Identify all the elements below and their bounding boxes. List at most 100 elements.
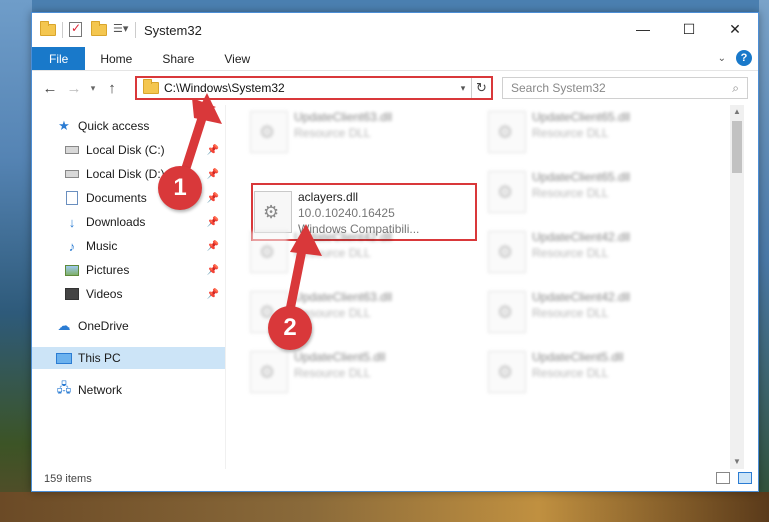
file-item[interactable]: UpdateClient5.dll Resource DLL <box>236 345 462 397</box>
minimize-button[interactable]: — <box>620 13 666 45</box>
file-name: UpdateClient42.dll <box>532 230 631 244</box>
file-name: UpdateClient63.dll <box>294 290 393 304</box>
file-name: UpdateClient5.dll <box>532 350 624 364</box>
file-type: Resource DLL <box>294 246 371 260</box>
new-folder-icon[interactable] <box>91 21 107 38</box>
navigation-pane: ★ Quick access Local Disk (C:) 📌 Local D… <box>32 105 225 469</box>
sidebar-item-label: Music <box>86 239 118 253</box>
file-name: UpdateClient42.dll <box>294 230 393 244</box>
file-item[interactable]: UpdateClient65.dll Resource DLL <box>474 165 700 217</box>
item-count: 159 items <box>44 473 92 485</box>
sidebar-item-label: Documents <box>86 191 147 205</box>
file-item[interactable]: UpdateClient42.dll Resource DLL <box>474 285 700 337</box>
pin-icon[interactable]: 📌 <box>207 289 219 300</box>
customize-toolbar-icon[interactable]: ☰▾ <box>113 22 129 38</box>
sidebar-item-local-disk-c[interactable]: Local Disk (C:) 📌 <box>32 139 225 161</box>
sidebar-item-pictures[interactable]: Pictures 📌 <box>32 259 225 281</box>
callout-badge-1: 1 <box>158 166 202 210</box>
toolbar-separator <box>135 22 136 38</box>
vertical-scrollbar[interactable]: ▲ ▼ <box>730 105 744 469</box>
sidebar-item-label: Local Disk (D:) <box>86 167 165 181</box>
sidebar-item-label: Downloads <box>86 215 146 229</box>
documents-icon <box>64 190 80 206</box>
sidebar-item-label: This PC <box>78 351 121 365</box>
toolbar-separator <box>62 22 63 38</box>
recent-locations-chevron-icon[interactable]: ▾ <box>86 76 100 100</box>
title-bar[interactable]: ☰▾ System32 — ☐ ✕ <box>32 13 758 47</box>
file-name: UpdateClient5.dll <box>294 350 386 364</box>
file-item[interactable]: UpdateClient5.dll Resource DLL <box>474 345 700 397</box>
search-input[interactable]: Search System32 ⌕ <box>502 77 748 99</box>
download-icon: ↓ <box>68 214 76 230</box>
sidebar-item-this-pc[interactable]: This PC <box>32 347 225 369</box>
sidebar-item-network[interactable]: 🖧 Network <box>32 379 225 401</box>
pin-icon[interactable]: 📌 <box>207 169 219 180</box>
pin-icon[interactable]: 📌 <box>207 193 219 204</box>
close-button[interactable]: ✕ <box>712 13 758 45</box>
file-name: UpdateClient65.dll <box>532 110 631 124</box>
file-list: UpdateClient63.dll Resource DLL UpdateCli… <box>226 105 744 469</box>
tab-home[interactable]: Home <box>85 47 147 70</box>
address-path: C:\Windows\System32 <box>164 81 285 95</box>
large-icons-view-icon[interactable] <box>738 472 752 484</box>
pin-icon[interactable]: 📌 <box>207 265 219 276</box>
sidebar-item-music[interactable]: ♪ Music 📌 <box>32 235 225 257</box>
sidebar-item-label: Pictures <box>86 263 130 277</box>
dll-file-icon <box>488 171 526 213</box>
address-dropdown-icon[interactable]: ▾ <box>455 83 471 94</box>
tab-share[interactable]: Share <box>147 47 209 70</box>
details-view-icon[interactable] <box>716 472 730 484</box>
address-bar[interactable]: C:\Windows\System32 ▾ ↻ <box>135 76 493 100</box>
pin-icon[interactable]: 📌 <box>207 217 219 228</box>
pictures-icon <box>64 262 80 278</box>
disk-icon <box>64 142 80 158</box>
music-icon: ♪ <box>68 238 76 254</box>
expand-ribbon-icon[interactable]: ⌄ <box>718 53 726 64</box>
window-title: System32 <box>144 22 202 38</box>
forward-arrow-icon[interactable]: → <box>62 76 86 100</box>
scroll-thumb[interactable] <box>732 121 742 173</box>
file-item[interactable]: UpdateClient63.dll Resource DLL <box>236 105 462 157</box>
scroll-up-arrow-icon[interactable]: ▲ <box>730 105 744 119</box>
sidebar-item-label: Videos <box>86 287 123 301</box>
search-icon: ⌕ <box>732 80 739 95</box>
dll-file-icon <box>250 351 288 393</box>
sidebar-item-downloads[interactable]: ↓ Downloads 📌 <box>32 211 225 233</box>
search-placeholder: Search System32 <box>511 81 606 95</box>
tab-view[interactable]: View <box>209 47 265 70</box>
sidebar-item-quick-access[interactable]: ★ Quick access <box>32 115 225 137</box>
sidebar-item-videos[interactable]: Videos 📌 <box>32 283 225 305</box>
network-icon: 🖧 <box>56 380 72 395</box>
dll-file-icon <box>488 291 526 333</box>
ribbon-tabs: File Home Share View ⌄ ? <box>32 47 758 71</box>
tab-file[interactable]: File <box>32 47 86 70</box>
onedrive-icon: ☁ <box>57 318 71 333</box>
folder-icon <box>143 79 159 94</box>
file-type: Resource DLL <box>294 126 371 140</box>
window-controls: — ☐ ✕ <box>620 13 758 45</box>
sidebar-item-label: Local Disk (C:) <box>86 143 165 157</box>
disk-icon <box>64 166 80 182</box>
help-icon[interactable]: ? <box>736 50 752 66</box>
sidebar-item-label: OneDrive <box>78 319 129 333</box>
pin-icon[interactable]: 📌 <box>207 145 219 156</box>
file-item[interactable]: UpdateClient65.dll Resource DLL <box>474 105 700 157</box>
file-name: UpdateClient63.dll <box>294 110 393 124</box>
view-toggle <box>716 472 752 484</box>
properties-icon[interactable] <box>69 21 85 38</box>
maximize-button[interactable]: ☐ <box>666 13 712 45</box>
file-explorer-window: ☰▾ System32 — ☐ ✕ File Home Share View ⌄… <box>31 12 759 492</box>
file-item[interactable]: UpdateClient42.dll Resource DLL <box>236 225 462 277</box>
callout-badge-2: 2 <box>268 306 312 350</box>
sidebar-item-onedrive[interactable]: ☁ OneDrive <box>32 315 225 337</box>
back-arrow-icon[interactable]: ← <box>38 76 62 100</box>
desktop-background-right <box>759 0 769 522</box>
star-icon: ★ <box>58 118 70 133</box>
file-name: UpdateClient65.dll <box>532 170 631 184</box>
file-item[interactable]: UpdateClient42.dll Resource DLL <box>474 225 700 277</box>
file-type: Resource DLL <box>532 126 609 140</box>
up-arrow-icon[interactable]: ↑ <box>100 76 124 100</box>
quick-access-toolbar: ☰▾ <box>40 21 136 38</box>
refresh-icon[interactable]: ↻ <box>471 78 491 98</box>
pin-icon[interactable]: 📌 <box>207 241 219 252</box>
